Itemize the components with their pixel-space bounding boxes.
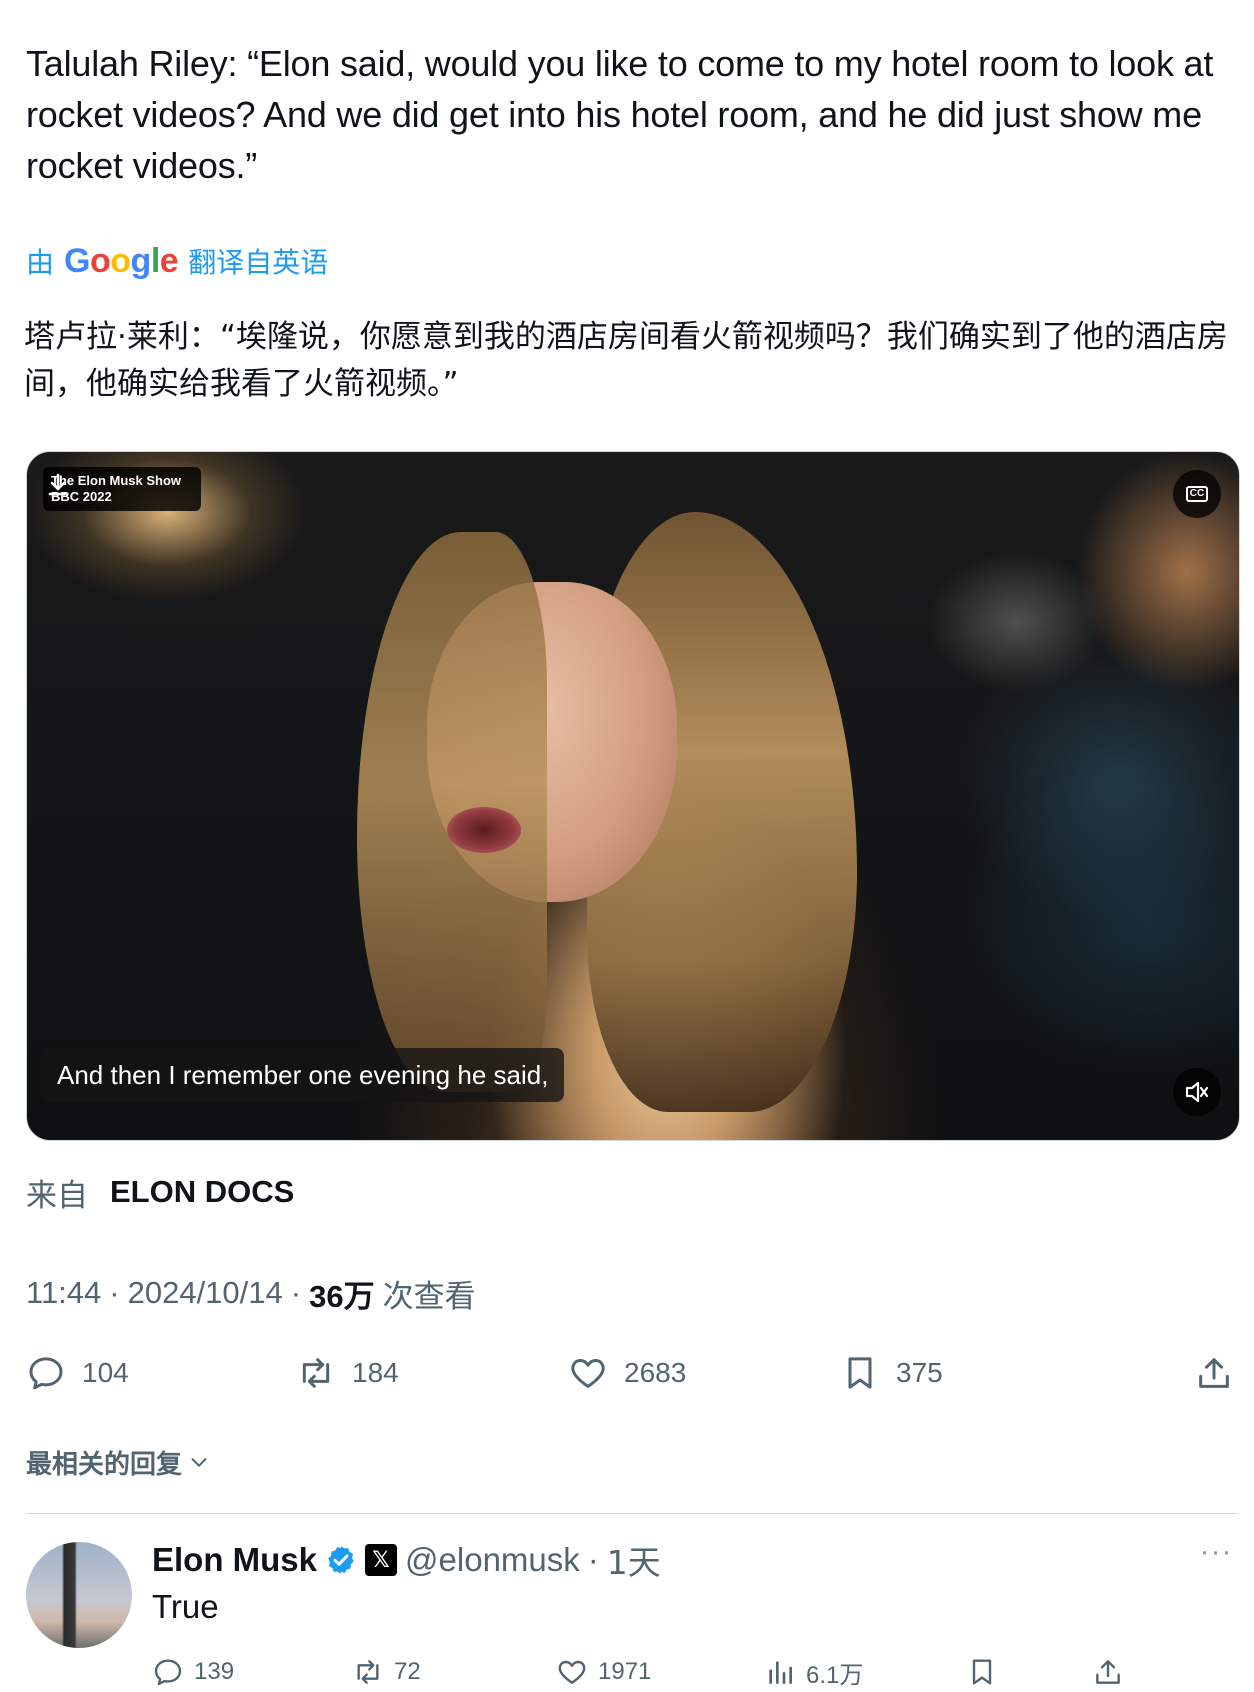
badge-line2: BBC 2022 (51, 489, 112, 504)
download-icon[interactable] (47, 472, 69, 498)
badge-line1: The Elon Musk Show (51, 473, 182, 488)
mute-icon (1185, 1081, 1209, 1103)
reply-like-button[interactable]: 1971 (556, 1652, 651, 1692)
reply-retweet-button[interactable]: 72 (352, 1652, 421, 1692)
like-button[interactable]: 2683 (568, 1348, 686, 1398)
reply-reply-button[interactable]: 139 (152, 1652, 234, 1692)
video-frame-hair-left (357, 532, 547, 1092)
tweet-time[interactable]: 11:44 (26, 1275, 101, 1311)
tweet-actions: 104 184 2683 375 (26, 1348, 1238, 1398)
tweet-text: Talulah Riley: “Elon said, would you lik… (26, 43, 1214, 186)
reply-icon (154, 1659, 182, 1686)
verified-badge-icon (328, 1546, 354, 1574)
bookmark-button[interactable]: 375 (840, 1348, 943, 1398)
retweet-count: 184 (352, 1357, 399, 1388)
source-name-link[interactable]: ELON DOCS (110, 1174, 294, 1210)
source-label: 来自 (26, 1177, 88, 1214)
reply-header: Elon Musk 𝕏 @elonmusk · 1天 (152, 1538, 661, 1582)
retweet-button[interactable]: 184 (296, 1348, 399, 1398)
reply-views-button[interactable]: 6.1万 (764, 1652, 863, 1692)
share-icon (1199, 1358, 1229, 1388)
avatar[interactable] (26, 1542, 132, 1648)
like-count: 2683 (624, 1357, 687, 1388)
mute-button[interactable] (1173, 1068, 1221, 1116)
like-icon (558, 1660, 586, 1684)
chevron-down-icon (191, 1458, 207, 1467)
reply-text: True (152, 1588, 219, 1625)
reply-like-count: 1971 (598, 1658, 652, 1685)
view-label: 次查看 (382, 1278, 476, 1315)
retweet-icon (302, 1358, 330, 1388)
translate-suffix[interactable]: 翻译自英语 (188, 241, 328, 281)
more-icon[interactable]: ··· (1194, 1537, 1238, 1578)
view-count: 36万 (309, 1278, 375, 1314)
reply-author-handle[interactable]: @elonmusk (405, 1541, 580, 1579)
bookmark-icon (848, 1357, 872, 1389)
video-caption: And then I remember one evening he said, (41, 1048, 565, 1102)
analytics-icon (769, 1661, 792, 1684)
translated-text: 塔卢拉·莱利：“埃隆说，你愿意到我的酒店房间看火箭视频吗？我们确实到了他的酒店房… (24, 319, 1228, 402)
reply-actions: 139 72 1971 6.1万 (152, 1652, 1238, 1692)
reply-author-name[interactable]: Elon Musk (152, 1541, 317, 1579)
divider (26, 1513, 1238, 1514)
like-icon (571, 1359, 605, 1388)
google-logo: Google (64, 241, 179, 280)
reply-item[interactable]: Elon Musk 𝕏 @elonmusk · 1天 ··· True 139 … (26, 1534, 1238, 1689)
video-source: 来自 ELON DOCS (26, 1170, 294, 1214)
reply-icon (29, 1357, 63, 1390)
share-button[interactable] (1194, 1348, 1234, 1398)
bookmark-icon (972, 1659, 992, 1685)
reply-sort-label: 最相关的回复 (26, 1449, 183, 1480)
reply-count: 104 (82, 1357, 129, 1388)
tweet-date[interactable]: 2024/10/14 (128, 1275, 283, 1311)
share-icon (1096, 1660, 1120, 1684)
translate-prefix: 由 (26, 247, 55, 278)
video-player[interactable]: The Elon Musk Show BBC 2022 CC And then … (26, 451, 1240, 1141)
cc-icon: CC (1185, 486, 1209, 502)
reply-bookmark-button[interactable] (966, 1652, 998, 1692)
reply-share-button[interactable] (1092, 1652, 1124, 1692)
video-frame-mouth (447, 807, 521, 853)
x-affiliation-icon: 𝕏 (365, 1544, 398, 1576)
tweet-meta: 11:44 · 2024/10/14 · 36万 次查看 (26, 1270, 476, 1316)
bookmark-count: 375 (896, 1357, 943, 1388)
reply-reply-count: 139 (194, 1658, 235, 1685)
reply-sort-dropdown[interactable]: 最相关的回复 (26, 1442, 210, 1482)
cc-button[interactable]: CC (1173, 470, 1221, 518)
reply-view-count: 6.1万 (806, 1661, 864, 1689)
reply-button[interactable]: 104 (26, 1348, 129, 1398)
reply-retweet-count: 72 (394, 1658, 421, 1685)
retweet-icon (357, 1660, 379, 1684)
reply-time[interactable]: 1天 (607, 1536, 661, 1584)
translation-attribution: 由 Google 翻译自英语 (26, 238, 328, 284)
